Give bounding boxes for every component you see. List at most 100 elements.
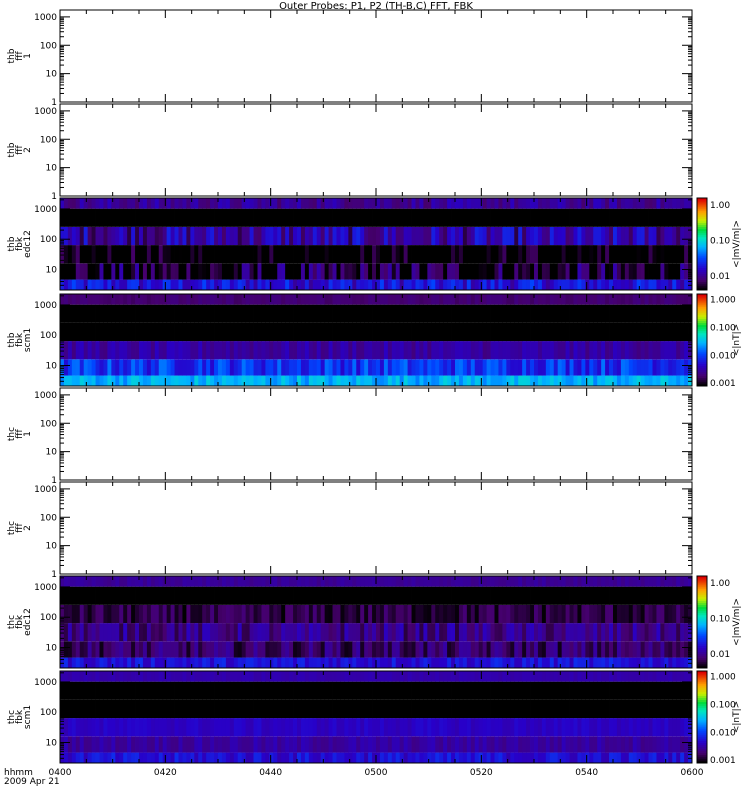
spectrogram-cell [87,375,92,386]
spectrogram-cell [233,322,239,342]
spectrogram-cell [423,623,428,642]
spectrogram-cell [308,341,314,360]
spectrogram-cell [261,657,266,668]
spectrogram-cell [135,699,140,719]
spectrogram-cell [95,699,100,719]
spectrogram-cell [289,736,294,753]
spectrogram-cell [620,641,626,658]
spectrogram-cell [293,245,298,264]
spectrogram-cell [139,699,144,719]
spectrogram-cell [340,657,345,668]
spectrogram-cell [514,322,519,342]
spectrogram-cell [609,699,614,719]
spectrogram-cell [399,641,405,658]
spectrogram-cell [526,671,531,682]
spectrogram-cell [95,208,100,227]
spectrogram-cell [186,718,191,737]
spectrogram-cell [162,263,168,280]
spectrogram-cell [506,279,511,290]
spectrogram-cell [308,671,314,682]
spectrogram-cell [162,226,168,246]
spectrogram-cell [289,375,294,386]
spectrogram-cell [372,586,377,605]
spectrogram-cell [127,576,132,587]
spectrogram-cell [498,736,503,753]
spectrogram-cell [376,263,381,280]
spectrogram-cell [344,294,349,305]
spectrogram-cell [628,699,634,719]
spectrogram-cell [383,245,389,264]
spectrogram-cell [470,279,476,290]
spectrogram-cell [439,359,444,376]
spectrogram-cell [451,736,456,753]
spectrogram-cell [585,681,590,700]
spectrogram-cell [581,279,586,290]
spectrogram-cell [87,604,92,624]
spectrogram-cell [368,736,373,753]
spectrogram-cell [387,604,393,624]
spectrogram-cell [601,752,606,763]
spectrogram-cell [545,752,551,763]
spectrogram-cell [249,208,254,227]
spectrogram-cell [431,263,436,280]
spectrogram-cell [245,322,250,342]
spectrogram-cell [411,245,416,264]
spectrogram-cell [300,359,306,376]
spectrogram-cell [676,576,681,587]
spectrogram-cell [63,736,69,753]
spectrogram-cell [198,304,203,323]
spectrogram-cell [265,245,270,264]
spectrogram-cell [545,576,551,587]
spectrogram-cell [415,736,420,753]
spectrogram-cell [510,576,515,587]
spectrogram-cell [383,604,389,624]
spectrogram-cell [99,294,104,305]
spectrogram-cell [221,322,227,342]
spectrogram-cell [443,623,448,642]
spectrogram-cell [620,208,626,227]
spectrogram-cell [174,681,179,700]
spectrogram-cell [652,752,657,763]
spectrogram-cell [431,322,436,342]
spectrogram-cell [285,586,290,605]
spectrogram-cell [261,263,266,280]
spectrogram-cell [601,681,606,700]
spectrogram-cell [368,576,373,587]
spectrogram-cell [597,657,602,668]
spectrogram-cell [67,341,73,360]
spectrogram-cell [395,208,401,227]
spectrogram-cell [569,718,574,737]
spectrogram-cell [486,586,491,605]
spectrogram-cell [379,604,385,624]
spectrogram-cell [403,375,408,386]
spectrogram-cell [63,671,69,682]
spectrogram-cell [63,604,69,624]
spectrogram-cell [648,718,653,737]
spectrogram-cell [506,699,511,719]
spectrogram-cell [474,604,480,624]
spectrogram-cell [269,736,274,753]
spectrogram-cell [218,641,223,658]
spectrogram-cell [668,657,673,668]
spectrogram-cell [585,341,590,360]
spectrogram-cell [664,359,669,376]
spectrogram-cell [423,198,428,209]
spectrogram-cell [146,341,152,360]
spectrogram-cell [589,226,594,246]
spectrogram-cell [261,208,266,227]
spectrogram-cell [455,718,460,737]
spectrogram-cell [502,245,507,264]
spectrogram-cell [605,671,610,682]
x-tick-label: 0420 [154,768,177,778]
spectrogram-cell [364,245,369,264]
spectrogram-cell [431,208,436,227]
spectrogram-cell [644,226,649,246]
spectrogram-cell [285,304,290,323]
spectrogram-cell [178,641,183,658]
spectrogram-cell [451,208,456,227]
spectrogram-cell [249,681,254,700]
spectrogram-cell [593,245,598,264]
spectrogram-cell [569,576,574,587]
spectrogram-cell [458,641,464,658]
spectrogram-cell [324,322,329,342]
